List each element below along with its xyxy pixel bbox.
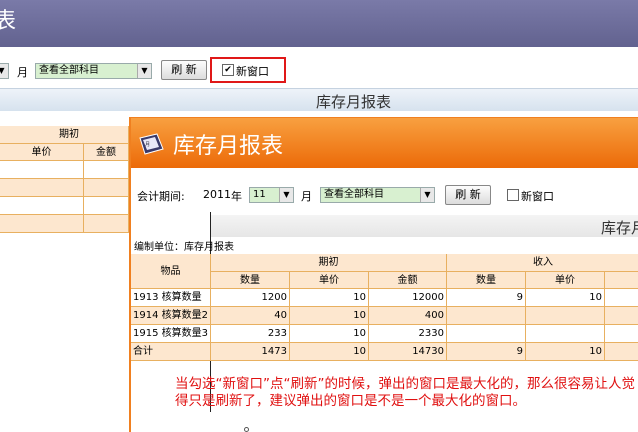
table-cell-in-price (526, 325, 605, 343)
table-cell-in-price (526, 307, 605, 325)
background-col-amount: 金额 (84, 144, 129, 161)
table-cell-in-qty (447, 325, 526, 343)
chevron-down-icon: ▼ (0, 64, 8, 78)
group-header-opening: 期初 (211, 254, 447, 272)
table-cell-qty: 233 (211, 325, 290, 343)
table-cell (605, 307, 638, 325)
unit-label: 编制单位：库存月报表 (134, 242, 234, 253)
year-value: 2011 (203, 188, 231, 201)
table-cell-price: 10 (290, 289, 369, 307)
background-refresh-button[interactable]: 刷 新 (161, 60, 207, 80)
popup-heading-bar: 库存月 (211, 215, 638, 237)
background-toolbar: ▼ 月 查看全部科目 ▼ 刷 新 ✔ 新窗口 (0, 47, 638, 87)
popup-toolbar: 会计期间: 2011 年 11 ▼ 月 查看全部科目 ▼ 刷 新 新窗口 (131, 168, 638, 212)
refresh-button[interactable]: 刷 新 (445, 185, 491, 205)
column-header-item: 物品 (131, 254, 211, 289)
table-row (0, 161, 84, 179)
chevron-down-icon: ▼ (279, 188, 293, 202)
column-header-more (605, 272, 638, 289)
month-suffix: 月 (301, 190, 312, 203)
column-header-amount: 金额 (369, 272, 447, 289)
background-heading-bar: 库存月报表 (0, 88, 638, 111)
table-cell (84, 197, 129, 215)
table-cell (605, 289, 638, 307)
table-cell (84, 179, 129, 197)
table-cell-qty: 1200 (211, 289, 290, 307)
column-header-in-qty: 数量 (447, 272, 526, 289)
table-row (0, 179, 84, 197)
table-cell-item: 1915 核算数量3 (131, 325, 211, 343)
column-header-qty: 数量 (211, 272, 290, 289)
table-row (0, 197, 84, 215)
chevron-down-icon: ▼ (137, 64, 151, 78)
table-cell-in-price: 10 (526, 343, 605, 361)
background-title: 表 (0, 9, 17, 34)
table-cell-amount: 400 (369, 307, 447, 325)
table-cell-price: 10 (290, 325, 369, 343)
table-cell-price: 10 (290, 343, 369, 361)
popup-window: 月 库存月报表 会计期间: 2011 年 11 ▼ 月 查看全部科目 ▼ 刷 新… (129, 117, 638, 432)
background-month-select[interactable]: ▼ (0, 63, 9, 79)
background-month-suffix: 月 (17, 66, 28, 79)
table-cell-in-price: 10 (526, 289, 605, 307)
table-cell-qty: 1473 (211, 343, 290, 361)
table-cell-price: 10 (290, 307, 369, 325)
table-cell (605, 343, 638, 361)
new-window-checkbox[interactable] (507, 189, 519, 201)
popup-title-bar: 月 库存月报表 (131, 118, 638, 168)
background-group-header: 期初 (0, 126, 129, 144)
table-row (0, 215, 84, 233)
background-title-bar: 表 (0, 0, 638, 47)
cursor-icon (244, 427, 249, 432)
table-cell-amount: 12000 (369, 289, 447, 307)
background-col-price: 单价 (0, 144, 84, 161)
table-cell-total-label: 合计 (131, 343, 211, 361)
annotation-note: 当勾选“新窗口”点“刷新”的时候，弹出的窗口是最大化的，那么很容易让人觉得只是刷… (175, 376, 635, 409)
chevron-down-icon: ▼ (420, 188, 434, 202)
column-header-price: 单价 (290, 272, 369, 289)
table-cell-item: 1913 核算数量 (131, 289, 211, 307)
new-window-label: 新窗口 (521, 190, 554, 203)
popup-heading: 库存月 (601, 219, 638, 237)
group-header-income: 收入 (447, 254, 638, 272)
table-cell-in-qty: 9 (447, 343, 526, 361)
table-cell (605, 325, 638, 343)
highlight-box (210, 57, 286, 83)
table-cell (84, 161, 129, 179)
column-header-in-price: 单价 (526, 272, 605, 289)
month-select[interactable]: 11 ▼ (249, 187, 294, 203)
table-cell-in-qty (447, 307, 526, 325)
table-cell-item: 1914 核算数量2 (131, 307, 211, 325)
table-cell-in-qty: 9 (447, 289, 526, 307)
table-cell-amount: 14730 (369, 343, 447, 361)
subject-select[interactable]: 查看全部科目 ▼ (320, 187, 435, 203)
report-book-icon: 月 (139, 133, 164, 155)
table-cell (84, 215, 129, 233)
svg-text:月: 月 (145, 142, 150, 148)
table-cell-qty: 40 (211, 307, 290, 325)
background-heading: 库存月报表 (316, 93, 392, 111)
background-subject-select[interactable]: 查看全部科目 ▼ (35, 63, 152, 79)
popup-title: 库存月报表 (173, 134, 284, 159)
table-cell-amount: 2330 (369, 325, 447, 343)
period-label: 会计期间: (137, 190, 185, 203)
year-suffix: 年 (231, 190, 242, 203)
